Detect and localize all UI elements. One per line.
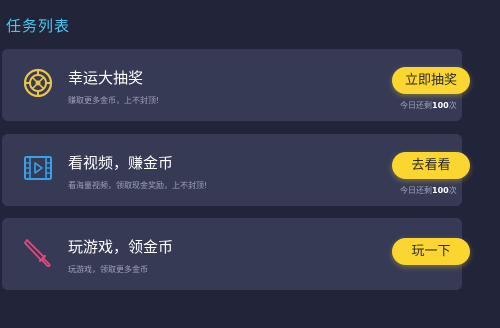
remaining-count-text: 今日还剩100次 xyxy=(400,100,457,111)
task-description: 看海量视频，领取现金奖励，上不封顶! xyxy=(68,181,208,190)
play-game-button[interactable]: 玩一下 xyxy=(392,238,470,265)
task-list-page: 任务列表 幸运大抽奖 赚取更多金币，上不封顶! 立即抽奖 今日还剩100次 看视… xyxy=(0,0,500,328)
task-card-play-game: 玩游戏，领金币 玩游戏，领取更多金币 玩一下 xyxy=(2,218,470,290)
remaining-count: 100 xyxy=(432,101,449,110)
remaining-prefix: 今日还剩 xyxy=(400,101,432,110)
video-icon xyxy=(24,156,52,180)
task-title: 幸运大抽奖 xyxy=(68,69,144,87)
watch-video-button[interactable]: 去看看 xyxy=(392,152,470,179)
task-title: 玩游戏，领金币 xyxy=(68,238,174,256)
remaining-suffix: 次 xyxy=(448,101,457,110)
task-title: 看视频，赚金币 xyxy=(68,154,174,172)
wheel-icon xyxy=(23,68,53,98)
task-description: 赚取更多金币，上不封顶! xyxy=(68,96,160,105)
remaining-count: 100 xyxy=(432,186,449,195)
remaining-suffix: 次 xyxy=(448,186,457,195)
task-description: 玩游戏，领取更多金币 xyxy=(68,265,148,274)
task-card-lucky-draw: 幸运大抽奖 赚取更多金币，上不封顶! 立即抽奖 今日还剩100次 xyxy=(2,49,470,121)
task-card-watch-video: 看视频，赚金币 看海量视频，领取现金奖励，上不封顶! 去看看 今日还剩100次 xyxy=(2,134,470,206)
section-title: 任务列表 xyxy=(6,17,71,35)
knife-icon xyxy=(24,239,51,268)
lucky-draw-button[interactable]: 立即抽奖 xyxy=(392,67,470,94)
remaining-count-text: 今日还剩100次 xyxy=(400,185,457,196)
remaining-prefix: 今日还剩 xyxy=(400,186,432,195)
